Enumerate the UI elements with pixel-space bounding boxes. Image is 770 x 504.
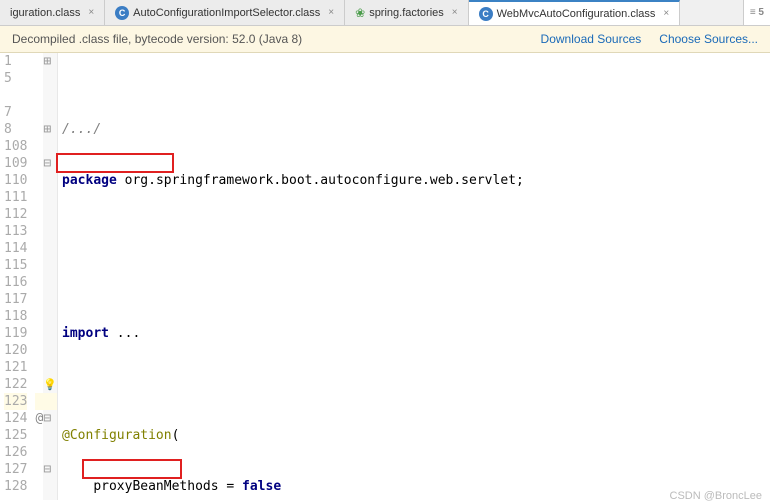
close-icon[interactable]: ×	[88, 7, 94, 18]
close-icon[interactable]: ×	[328, 7, 334, 18]
decompiled-info-bar: Decompiled .class file, bytecode version…	[0, 26, 770, 53]
list-icon: ≡ 5	[750, 7, 764, 18]
tab-2[interactable]: ❀ spring.factories ×	[345, 0, 469, 25]
download-sources-link[interactable]: Download Sources	[541, 32, 642, 46]
tab-label: spring.factories	[369, 7, 444, 19]
tab-0[interactable]: iguration.class ×	[0, 0, 105, 25]
fold-gutter[interactable]: ⊞⊞⊟💡⊟⊟	[43, 53, 58, 500]
close-icon[interactable]: ×	[663, 8, 669, 19]
tab-1[interactable]: C AutoConfigurationImportSelector.class ×	[105, 0, 345, 25]
code-editor[interactable]: 1 5 7 8 108 109 110 111 112 113 114 115 …	[0, 53, 770, 500]
code-area[interactable]: /.../ package org.springframework.boot.a…	[58, 53, 770, 500]
tab-3[interactable]: C WebMvcAutoConfiguration.class ×	[469, 0, 681, 25]
annotations-gutter: @	[35, 53, 43, 500]
spring-icon: ❀	[355, 6, 365, 20]
line-numbers: 1 5 7 8 108 109 110 111 112 113 114 115 …	[0, 53, 35, 500]
tabs-overflow-button[interactable]: ≡ 5	[743, 0, 770, 25]
tab-label: WebMvcAutoConfiguration.class	[497, 8, 656, 20]
tab-label: iguration.class	[10, 7, 80, 19]
watermark: CSDN @BroncLee	[670, 490, 762, 502]
class-icon: C	[115, 6, 129, 20]
highlight-box-bean	[82, 459, 182, 479]
editor-tabs: iguration.class × C AutoConfigurationImpor…	[0, 0, 770, 26]
tab-label: AutoConfigurationImportSelector.class	[133, 7, 320, 19]
close-icon[interactable]: ×	[452, 7, 458, 18]
bulb-icon[interactable]: 💡	[43, 376, 57, 393]
class-icon: C	[479, 7, 493, 21]
info-text: Decompiled .class file, bytecode version…	[12, 32, 302, 46]
highlight-box-configuration	[56, 153, 174, 173]
choose-sources-link[interactable]: Choose Sources...	[659, 32, 758, 46]
